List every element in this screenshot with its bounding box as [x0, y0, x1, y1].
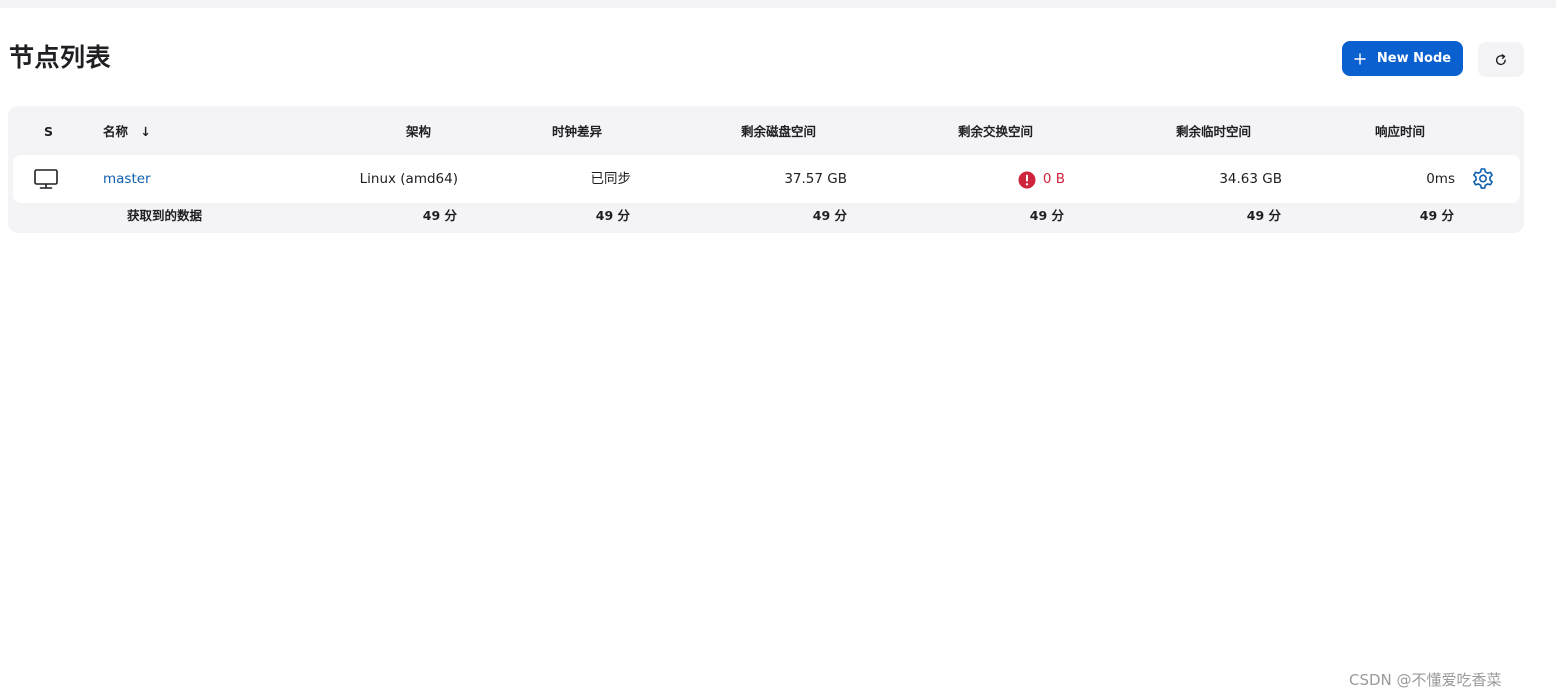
footer-clock: 49 分: [595, 208, 630, 223]
sort-arrow-icon: ↓: [140, 124, 151, 139]
node-disk: 37.57 GB: [784, 171, 847, 187]
footer-arch: 49 分: [422, 208, 457, 223]
new-node-label: New Node: [1376, 51, 1452, 66]
page-title: 节点列表: [9, 43, 112, 72]
node-swap: 0 B: [1042, 171, 1065, 187]
header-swap[interactable]: 剩余交换空间: [958, 124, 1033, 140]
node-clock: 已同步: [590, 171, 632, 187]
footer-disk: 49 分: [812, 208, 847, 223]
header-response[interactable]: 响应时间: [1375, 124, 1425, 140]
node-temp: 34.63 GB: [1219, 171, 1282, 187]
footer-response: 49 分: [1419, 208, 1454, 223]
footer-swap: 49 分: [1029, 208, 1064, 223]
plus-icon: [1354, 53, 1366, 64]
refresh-icon: [1495, 53, 1506, 65]
refresh-button[interactable]: [1478, 42, 1524, 77]
header-arch[interactable]: 架构: [406, 124, 431, 140]
header-name[interactable]: 名称 ↓: [103, 124, 151, 140]
header-disk[interactable]: 剩余磁盘空间: [741, 124, 816, 140]
top-strip: [0, 0, 1556, 8]
footer-temp: 49 分: [1246, 208, 1281, 223]
header-status: S: [44, 124, 54, 139]
footer-label: 获取到的数据: [127, 208, 203, 223]
node-response: 0ms: [1426, 171, 1455, 187]
header-clock[interactable]: 时钟差异: [552, 124, 602, 140]
node-name-link[interactable]: master: [103, 171, 151, 188]
computer-icon: [34, 169, 58, 189]
new-node-button[interactable]: New Node: [1342, 41, 1463, 76]
gear-icon[interactable]: [1471, 167, 1495, 191]
watermark: CSDN @不懂爱吃香菜: [1349, 671, 1502, 689]
header-temp[interactable]: 剩余临时空间: [1176, 124, 1251, 140]
node-arch: Linux (amd64): [359, 171, 458, 187]
header-name-label: 名称: [103, 124, 129, 139]
